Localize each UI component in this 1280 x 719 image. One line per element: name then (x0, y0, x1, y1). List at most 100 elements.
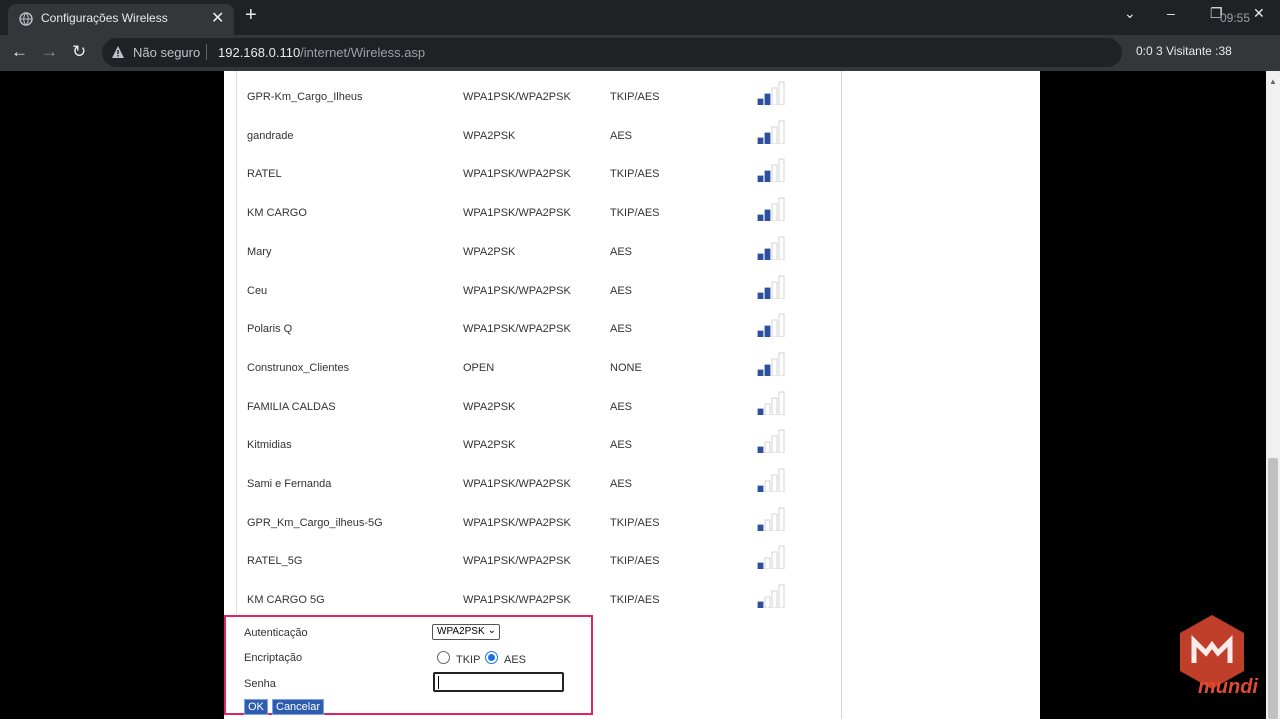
signal-strength-icon (757, 313, 785, 338)
network-auth: WPA1PSK/WPA2PSK (463, 555, 571, 568)
clock: 09:55 (1220, 11, 1251, 25)
signal-bar (757, 408, 764, 415)
auth-select[interactable]: WPA2PSK ⌄ (432, 624, 500, 640)
signal-strength-icon (757, 584, 785, 609)
signal-bar (757, 330, 764, 338)
signal-bar (764, 132, 771, 144)
signal-bar (771, 281, 778, 299)
new-tab-button[interactable]: + (245, 4, 257, 27)
network-row[interactable]: Kitmidias WPA2PSK AES (224, 425, 824, 463)
network-enc: TKIP/AES (610, 594, 660, 607)
network-enc: AES (610, 478, 633, 490)
signal-strength-icon (757, 352, 785, 376)
network-ssid: GPR_Km_Cargo_ilheus-5G (247, 516, 383, 529)
signal-bar (778, 352, 785, 376)
network-row[interactable]: Sami e Fernanda WPA1PSK/WPA2PSK AES (224, 464, 824, 502)
network-row[interactable]: Polaris Q WPA1PSK/WPA2PSK AES (224, 309, 824, 347)
signal-bar (764, 93, 771, 105)
scroll-up-icon[interactable]: ▲ (1269, 77, 1277, 86)
signal-bar (764, 557, 771, 570)
signal-bar (764, 441, 771, 454)
network-auth: WPA1PSK/WPA2PSK (463, 323, 571, 336)
tkip-radio[interactable] (437, 651, 450, 664)
network-enc: AES (610, 284, 633, 297)
network-ssid: gandrade (247, 129, 294, 142)
signal-bar (764, 403, 771, 415)
signal-strength-icon (757, 468, 785, 492)
network-auth: WPA2PSK (463, 129, 516, 142)
signal-bar (771, 164, 778, 183)
network-row[interactable]: gandrade WPA2PSK AES (224, 116, 824, 154)
signal-bar (778, 236, 785, 260)
network-row[interactable]: KM CARGO 5G WPA1PSK/WPA2PSK TKIP/AES (224, 580, 824, 618)
tab-close-icon[interactable]: ✕ (211, 8, 224, 28)
minimize-button[interactable]: – (1167, 5, 1175, 21)
signal-bar (764, 596, 771, 609)
network-ssid: Polaris Q (247, 323, 293, 336)
password-field[interactable] (433, 672, 564, 692)
address-divider (206, 44, 207, 60)
cancel-button[interactable]: Cancelar (272, 699, 325, 715)
signal-bar (757, 214, 764, 222)
signal-bar (771, 319, 778, 338)
address-bar[interactable]: Não seguro 192.168.0.110/internet/Wirele… (102, 38, 1122, 67)
network-auth: WPA2PSK (463, 400, 516, 413)
forward-icon[interactable]: → (41, 42, 58, 62)
network-enc: NONE (610, 361, 642, 374)
browser-toolbar: ← → ↻ Não seguro 192.168.0.110/internet/… (0, 35, 1280, 71)
signal-bar (771, 358, 778, 376)
ok-button[interactable]: OK (244, 699, 268, 715)
signal-bar (771, 435, 778, 454)
signal-bar (757, 601, 764, 609)
network-row[interactable]: GPR_Km_Cargo_ilheus-5G WPA1PSK/WPA2PSK TKI… (224, 503, 824, 541)
network-auth: WPA2PSK (463, 439, 516, 452)
signal-bar (771, 126, 778, 144)
aes-radio[interactable] (485, 651, 498, 664)
signal-bar (771, 87, 778, 105)
network-auth: WPA1PSK/WPA2PSK (463, 91, 571, 103)
signal-bar (778, 81, 785, 105)
auth-label: Autenticação (244, 627, 308, 639)
text-caret (438, 676, 439, 689)
network-auth: WPA1PSK/WPA2PSK (463, 207, 571, 220)
page-scrollbar[interactable]: ▲ (1266, 71, 1280, 719)
signal-bar (778, 391, 785, 415)
network-auth: WPA1PSK/WPA2PSK (463, 168, 571, 181)
network-row[interactable]: KM CARGO WPA1PSK/WPA2PSK TKIP/AES (224, 193, 824, 231)
network-enc: AES (610, 245, 633, 258)
tab-title: Configurações Wireless (41, 11, 168, 25)
network-row[interactable]: Ceu WPA1PSK/WPA2PSK AES (224, 271, 824, 309)
url-text: 192.168.0.110/internet/Wireless.asp (218, 45, 425, 60)
network-auth: WPA1PSK/WPA2PSK (463, 516, 571, 529)
network-row[interactable]: GPR-Km_Cargo_Ilheus WPA1PSK/WPA2PSK TKIP/A… (224, 77, 824, 115)
network-enc: AES (610, 323, 633, 336)
enc-label: Encriptação (244, 652, 303, 664)
signal-bar (771, 242, 778, 260)
network-row[interactable]: FAMILIA CALDAS WPA2PSK AES (224, 387, 824, 425)
reload-icon[interactable]: ↻ (72, 42, 86, 62)
signal-bar (778, 120, 785, 144)
scrollbar-thumb[interactable] (1268, 458, 1278, 719)
network-row[interactable]: RATEL WPA1PSK/WPA2PSK TKIP/AES (224, 154, 824, 192)
signal-bar (778, 197, 785, 222)
network-row[interactable]: RATEL_5G WPA1PSK/WPA2PSK TKIP/AES (224, 541, 824, 579)
network-row[interactable]: Construnox_Clientes OPEN NONE (224, 348, 824, 386)
page-content: GPR-Km_Cargo_Ilheus WPA1PSK/WPA2PSK TKIP/A… (224, 71, 1040, 719)
network-auth: WPA1PSK/WPA2PSK (463, 594, 571, 607)
network-row[interactable]: Mary WPA2PSK AES (224, 232, 824, 270)
network-auth: WPA2PSK (463, 245, 516, 258)
wireless-security-form: Autenticação WPA2PSK ⌄ Encriptação TKIP … (224, 615, 593, 715)
tab-search-icon[interactable]: ⌄ (1124, 5, 1136, 22)
browser-tab[interactable]: Configurações Wireless ✕ (8, 4, 234, 35)
network-enc: TKIP/AES (610, 207, 660, 220)
back-icon[interactable]: ← (11, 42, 28, 62)
network-ssid: KM CARGO 5G (247, 594, 325, 607)
close-window-button[interactable]: ✕ (1253, 5, 1265, 22)
network-auth: WPA1PSK/WPA2PSK (463, 284, 571, 297)
network-enc: TKIP/AES (610, 516, 660, 529)
signal-bar (757, 137, 764, 144)
signal-bar (757, 369, 764, 376)
signal-bar (771, 551, 778, 570)
signal-strength-icon (757, 545, 785, 570)
signal-bar (764, 170, 771, 183)
